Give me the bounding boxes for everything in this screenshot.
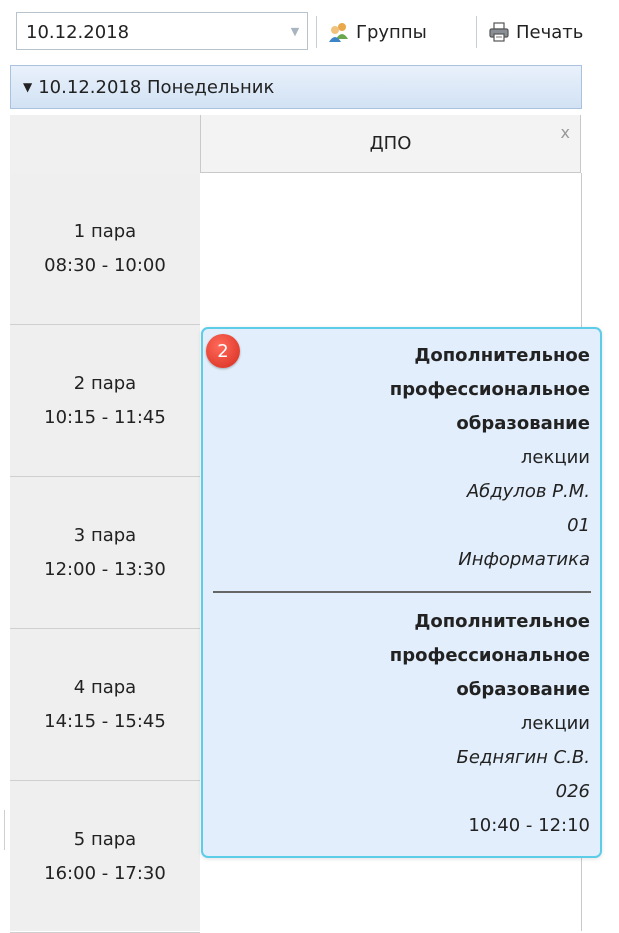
caret-down-icon: ▼ (23, 80, 33, 94)
slot-time: 16:00 - 17:30 (44, 862, 166, 884)
day-group-header[interactable]: ▼ 10.12.2018 Понедельник (10, 65, 582, 109)
event-divider (213, 591, 591, 593)
column-header-dpo: ДПО x (200, 115, 581, 173)
time-slot: 3 пара 12:00 - 13:30 (10, 477, 200, 629)
toolbar-separator (316, 16, 317, 48)
close-icon[interactable]: x (561, 123, 570, 142)
event-time: 10:40 - 12:10 (468, 815, 590, 836)
event-title-line: профессиональное (389, 645, 590, 666)
printer-icon (488, 21, 510, 43)
slot-name: 2 пара (73, 372, 137, 394)
slot-name: 4 пара (73, 676, 137, 698)
event-entry: Дополнительное профессиональное образова… (390, 605, 590, 843)
time-slot: 4 пара 14:15 - 15:45 (10, 629, 200, 781)
event-title-line: образование (456, 413, 590, 434)
event-room: 01 (567, 515, 590, 536)
event-title-line: образование (456, 679, 590, 700)
event-title-line: профессиональное (389, 379, 590, 400)
grid-corner (10, 115, 200, 174)
time-slot: 2 пара 10:15 - 11:45 (10, 325, 200, 477)
date-picker-field[interactable]: 10.12.2018 ▼ (16, 12, 308, 50)
event-title-line: Дополнительное (414, 611, 590, 632)
time-slot: 5 пара 16:00 - 17:30 (10, 781, 200, 933)
event-subject: Информатика (458, 549, 590, 570)
slot-name: 5 пара (73, 828, 137, 850)
event-room: 026 (555, 781, 590, 802)
day-label: 10.12.2018 Понедельник (38, 76, 275, 98)
slot-time: 12:00 - 13:30 (44, 558, 166, 580)
event-teacher: Беднягин С.В. (456, 747, 590, 768)
event-type: лекции (520, 447, 590, 468)
event-tooltip-card[interactable]: 2 Дополнительное профессиональное образо… (201, 327, 602, 858)
print-button[interactable]: Печать (488, 18, 583, 46)
groups-button[interactable]: Группы (328, 18, 427, 46)
slot-time: 10:15 - 11:45 (44, 406, 166, 428)
time-slot-column: 1 пара 08:30 - 10:00 2 пара 10:15 - 11:4… (10, 173, 201, 933)
toolbar-separator (476, 16, 477, 48)
chevron-down-icon[interactable]: ▼ (287, 21, 303, 41)
date-value: 10.12.2018 (26, 22, 130, 43)
slot-time: 08:30 - 10:00 (44, 254, 166, 276)
slot-name: 3 пара (73, 524, 137, 546)
event-title-line: Дополнительное (414, 345, 590, 366)
groups-label: Группы (356, 21, 427, 43)
print-label: Печать (516, 21, 584, 43)
splitter-handle[interactable] (4, 810, 5, 850)
event-teacher: Абдулов Р.М. (466, 481, 590, 502)
column-title: ДПО (369, 133, 412, 154)
event-type: лекции (520, 713, 590, 734)
event-count-badge: 2 (206, 334, 240, 368)
time-slot: 1 пара 08:30 - 10:00 (10, 173, 200, 325)
slot-name: 1 пара (73, 220, 137, 242)
users-icon (328, 21, 350, 43)
event-entry: Дополнительное профессиональное образова… (390, 339, 590, 577)
slot-time: 14:15 - 15:45 (44, 710, 166, 732)
